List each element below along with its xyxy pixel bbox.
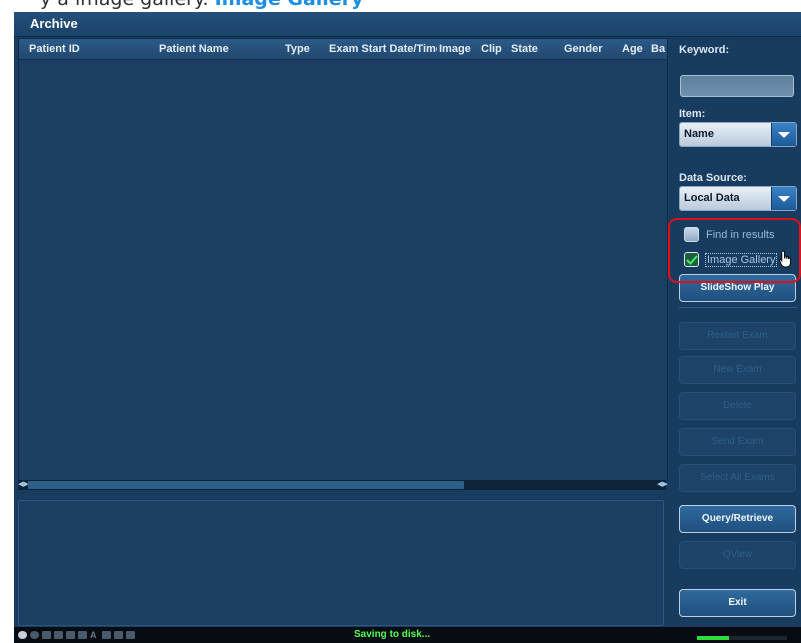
column-header-exam-start[interactable]: Exam Start Date/Time [329,43,437,55]
column-header-image[interactable]: Image [439,43,473,55]
column-header-state[interactable]: State [511,43,551,55]
column-header-type[interactable]: Type [285,43,325,55]
column-header-clip[interactable]: Clip [481,43,503,55]
item-dropdown[interactable]: Name [679,122,797,147]
status-usb-icon [114,631,123,639]
column-header-ba[interactable]: Ba [651,43,667,55]
sidebar-divider [679,307,797,308]
chevron-down-icon[interactable] [771,187,796,210]
qview-button[interactable]: QView [679,541,796,569]
save-progress-fill [697,636,729,640]
highlight-box [668,218,801,283]
table-header: Patient ID Patient Name Type Exam Start … [19,39,667,60]
column-header-patient-id[interactable]: Patient ID [29,43,149,55]
query-retrieve-button[interactable]: Query/Retrieve [679,505,796,533]
delete-button[interactable]: Delete [679,392,796,420]
column-header-gender[interactable]: Gender [564,43,609,55]
status-keyboard-icon [102,631,111,639]
title-bar: Archive [14,12,801,37]
chevron-down-icon[interactable] [771,123,796,146]
send-exam-button[interactable]: Send Exam [679,428,796,456]
status-font-icon: A [90,630,97,640]
column-header-patient-name[interactable]: Patient Name [159,43,269,55]
horizontal-scrollbar[interactable]: ◀▶ ◀▶ [18,480,668,490]
status-printer-icon [54,631,63,639]
caption-strip: y a image gallery. Image Gallery [0,0,801,12]
status-gear-icon [30,631,39,639]
keyword-label: Keyword: [679,44,730,56]
scroll-right-icon[interactable]: ◀▶ [657,480,668,490]
archive-window: Archive Patient ID Patient Name Type Exa… [14,12,801,643]
keyword-input[interactable] [680,75,794,97]
search-sidebar: Keyword: Item: Name Data Source: Local D… [674,38,801,628]
status-network-icon [78,631,87,639]
caption-prefix: y a image gallery. Image Gallery [40,0,363,10]
preview-pane [18,500,664,626]
table-body[interactable] [19,60,667,480]
caption-highlight: Image Gallery [215,0,364,10]
exit-button[interactable]: Exit [679,589,796,617]
status-disk-icon [66,631,75,639]
window-title: Archive [30,16,78,31]
item-label: Item: [679,108,706,120]
new-exam-button[interactable]: New Exam [679,356,796,384]
status-monitor-icon [42,631,51,639]
select-all-exams-button[interactable]: Select All Exams [679,464,796,492]
status-lock-icon [126,631,135,639]
restart-exam-button[interactable]: Restart Exam [679,322,796,350]
data-source-label: Data Source: [679,172,747,184]
save-progress-bar [697,636,787,640]
data-source-value: Local Data [684,192,740,204]
exam-table[interactable]: Patient ID Patient Name Type Exam Start … [18,38,668,482]
status-bar: A Saving to disk... [14,627,801,643]
item-dropdown-value: Name [684,128,714,140]
scroll-left-icon[interactable]: ◀▶ [18,480,29,490]
status-text: Saving to disk... [354,629,431,640]
column-header-age[interactable]: Age [622,43,646,55]
data-source-dropdown[interactable]: Local Data [679,186,797,211]
scrollbar-thumb[interactable] [28,481,464,489]
status-dot-icon [18,631,27,639]
